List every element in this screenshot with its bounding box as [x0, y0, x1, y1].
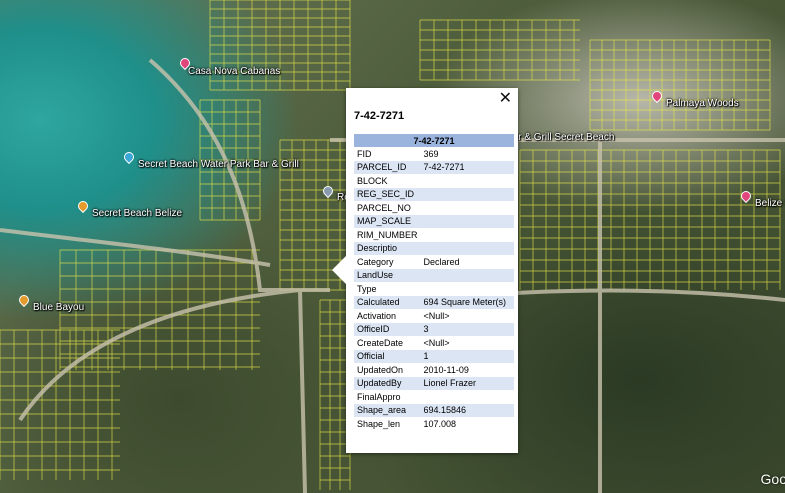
marker-label: Palmaya Woods	[666, 98, 739, 109]
marker-secret-beach-belize[interactable]: Secret Beach Belize	[75, 192, 183, 219]
table-row: PARCEL_NO	[354, 201, 514, 215]
attribute-key: Shape_area	[354, 403, 421, 417]
marker-label: Secret Beach Water Park Bar & Grill	[138, 159, 299, 170]
attribute-key: LandUse	[354, 268, 421, 282]
marker-label: Blue Bayou	[33, 302, 85, 313]
pink-pin-icon	[738, 188, 754, 203]
gray-pin-icon	[320, 183, 336, 198]
attribute-key: FinalAppro	[357, 391, 401, 402]
attribute-key: MAP_SCALE	[354, 214, 421, 228]
attribute-value: 369	[423, 148, 439, 159]
attribute-key: UpdatedBy	[354, 376, 421, 390]
attribute-value: 2010-11-09	[423, 364, 469, 375]
attribute-key: FID	[357, 148, 372, 159]
table-row: Category Declared	[354, 255, 514, 269]
table-row: Official 1	[354, 349, 514, 363]
attribute-key: BLOCK	[357, 175, 388, 186]
attribute-key: REG_SEC_ID	[354, 187, 421, 201]
attribute-key: PARCEL_ID	[354, 160, 421, 174]
table-header: 7-42-7271	[354, 134, 514, 147]
attribute-value	[420, 241, 514, 255]
attribute-key: Official	[354, 349, 421, 363]
table-row: Activation <Null>	[354, 309, 514, 323]
attribute-key: Category	[357, 256, 394, 267]
table-row: UpdatedBy Lionel Frazer	[354, 376, 514, 390]
orange-pin-icon	[16, 292, 32, 307]
attribute-key: Activation	[357, 310, 397, 321]
pink-pin-icon	[649, 88, 665, 103]
attribute-key: CreateDate	[357, 337, 404, 348]
close-icon[interactable]: ✕	[499, 90, 512, 108]
table-row: PARCEL_ID 7-42-7271	[354, 160, 514, 174]
attribute-value	[421, 228, 514, 242]
attribute-value: Lionel Frazer	[420, 376, 514, 390]
marker-casa-nova-cabanas[interactable]: Casa Nova Cabanas	[177, 48, 281, 77]
attribute-value	[421, 174, 514, 188]
attribute-table: 7-42-7271 FID 369 PARCEL_ID 7-42-7271 BLOCK R…	[354, 134, 514, 431]
table-row: FinalAppro	[354, 390, 514, 404]
table-row: REG_SEC_ID	[354, 187, 514, 201]
table-row: BLOCK	[354, 174, 514, 188]
table-row: RIM_NUMBER	[354, 228, 514, 242]
attribute-value	[421, 282, 514, 296]
table-row: Calculated 694 Square Meter(s)	[354, 295, 514, 309]
table-row: OfficeID 3	[354, 322, 514, 336]
attribute-value: <Null>	[423, 337, 450, 348]
table-row: Type	[354, 282, 514, 296]
orange-pin-icon	[75, 198, 91, 213]
attribute-value: 7-42-7271	[420, 160, 514, 174]
attribute-key: Descriptio	[354, 241, 421, 255]
marker-label: Casa Nova Cabanas	[188, 66, 281, 77]
marker-label: Belize S	[755, 198, 785, 209]
table-row: FID 369	[354, 147, 514, 161]
attribute-value: 694.15846	[420, 403, 514, 417]
parcel-info-popup: ✕ 7-42-7271 7-42-7271 FID 369 PARCEL_ID 7-4…	[332, 88, 518, 453]
attribute-value	[421, 201, 514, 215]
marker-blue-bayou[interactable]: Blue Bayou	[16, 286, 85, 313]
attribute-key: Type	[357, 283, 377, 294]
marker-secret-beach-water-park[interactable]: Secret Beach Water Park Bar & Grill	[121, 143, 299, 170]
attribute-value: <Null>	[423, 310, 450, 321]
attribute-value: Declared	[423, 256, 460, 267]
table-row: MAP_SCALE	[354, 214, 514, 228]
marker-palmaya-woods[interactable]: Palmaya Woods	[649, 82, 739, 109]
table-row: CreateDate <Null>	[354, 336, 514, 350]
blue-pin-icon	[121, 149, 137, 164]
table-row: Shape_area 694.15846	[354, 403, 514, 417]
attribute-value: 694 Square Meter(s)	[420, 295, 514, 309]
attribute-value	[420, 214, 514, 228]
marker-label: Bar & Grill Secret Beach	[506, 132, 615, 143]
google-attribution: Goo	[760, 471, 785, 487]
table-row: Descriptio	[354, 241, 514, 255]
attribute-value: 107.008	[423, 418, 457, 429]
attribute-key: Calculated	[354, 295, 421, 309]
table-row: LandUse	[354, 268, 514, 282]
attribute-value: 1	[420, 349, 514, 363]
table-row: Shape_len 107.008	[354, 417, 514, 431]
attribute-value	[420, 187, 514, 201]
attribute-key: RIM_NUMBER	[357, 229, 418, 240]
attribute-key: PARCEL_NO	[357, 202, 411, 213]
attribute-value	[421, 390, 514, 404]
marker-bar-grill-secret-beach[interactable]: Bar & Grill Secret Beach	[502, 132, 614, 143]
attribute-key: OfficeID	[354, 322, 421, 336]
marker-label: Secret Beach Belize	[92, 208, 183, 219]
popup-title: 7-42-7271	[354, 110, 405, 122]
table-row: UpdatedOn 2010-11-09	[354, 363, 514, 377]
attribute-value: 3	[420, 322, 514, 336]
attribute-value	[420, 268, 514, 282]
attribute-key: UpdatedOn	[357, 364, 404, 375]
attribute-key: Shape_len	[357, 418, 401, 429]
marker-belize-s[interactable]: Belize S	[738, 182, 785, 209]
